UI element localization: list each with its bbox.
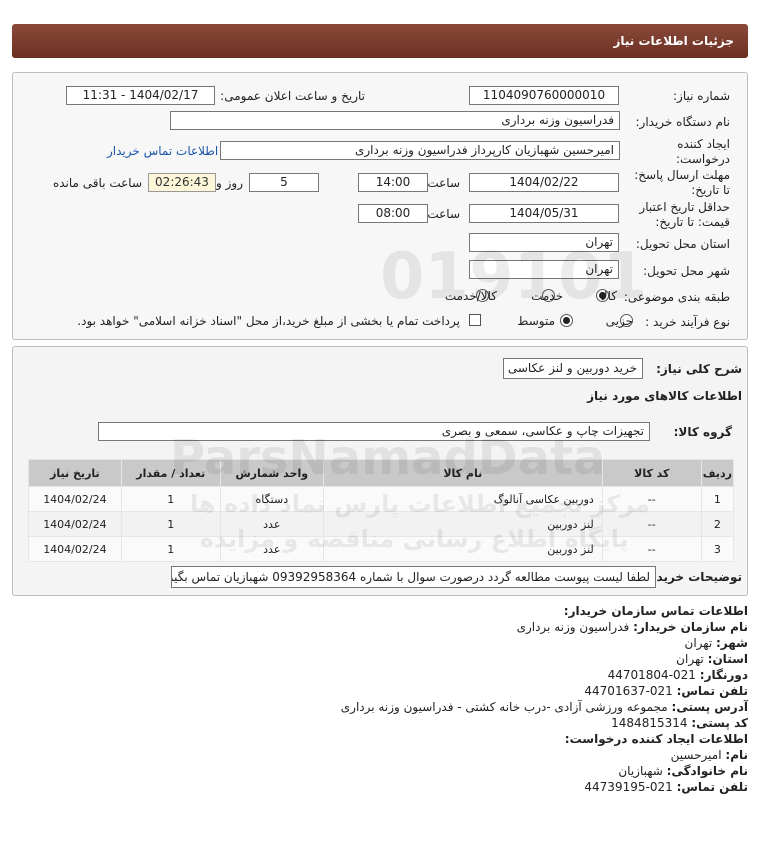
watermark-line1: مرکز تجمیع اطلاعات پارس نماد داده ها xyxy=(190,490,651,518)
process-option-minor: جزیی xyxy=(605,314,633,328)
creator-phone-line: تلفن تماس: 021-44739195 xyxy=(584,780,748,794)
buyer-notes-field: لطفا لیست پیوست مطالعه گردد درصورت سوال … xyxy=(171,566,656,588)
contact-fax-line: دورنگار: 021-44701804 xyxy=(608,668,748,682)
contact-org-label: نام سازمان خریدار: xyxy=(633,620,748,634)
announce-field: 1404/02/17 - 11:31 xyxy=(66,86,215,105)
requester-field: امیرحسین شهبازیان کارپرداز فدراسیون وزنه… xyxy=(220,141,620,160)
contact-org: فدراسیون وزنه برداری xyxy=(516,620,630,634)
deadline-time-field: 14:00 xyxy=(358,173,428,192)
buyer-org-label: نام دستگاه خریدار: xyxy=(635,115,731,129)
validity-label: حداقل تاریخ اعتبار قیمت: تا تاریخ: xyxy=(639,200,730,229)
treasury-payment-note: پرداخت تمام یا بخشی از مبلغ خرید،از محل … xyxy=(77,314,460,328)
announce-label: تاریخ و ساعت اعلان عمومی: xyxy=(220,89,365,103)
contact-org-line: نام سازمان خریدار: فدراسیون وزنه برداری xyxy=(517,620,748,634)
contact-address-label: آدرس پستی: xyxy=(671,700,748,714)
watermark-number: 019101 xyxy=(380,240,648,314)
process-radio-medium[interactable] xyxy=(560,314,573,327)
creator-phone-label: تلفن تماس: xyxy=(676,780,748,794)
contact-address: مجموعه ورزشی آزادی -درب خانه کشتی - فدرا… xyxy=(340,700,668,714)
creator-family-line: نام خانوادگی: شهبازیان xyxy=(618,764,748,778)
deadline-label: مهلت ارسال پاسخ: تا تاریخ: xyxy=(634,168,730,197)
province-label: استان محل تحویل: xyxy=(635,237,730,251)
page-title: جزئیات اطلاعات نیاز xyxy=(613,34,734,48)
need-number-label: شماره نیاز: xyxy=(673,89,730,103)
contact-title: اطلاعات تماس سازمان خریدار: xyxy=(563,604,748,618)
process-option-medium: متوسط xyxy=(517,314,555,328)
summary-field: خرید دوربین و لنز عکاسی xyxy=(503,358,643,379)
contact-phone-line: تلفن تماس: 021-44701637 xyxy=(584,684,748,698)
watermark-line2: پایگاه اطلاع رسانی مناقصه و مزایده xyxy=(200,525,629,553)
contact-fax-label: دورنگار: xyxy=(699,668,748,682)
contact-city-line: شهر: تهران xyxy=(685,636,748,650)
summary-label: شرح کلی نیاز: xyxy=(656,362,742,376)
buyer-contact-link[interactable]: اطلاعات تماس خریدار xyxy=(107,144,218,158)
contact-phone: 021-44701637 xyxy=(584,684,673,698)
validity-date-field: 1404/05/31 xyxy=(469,204,619,223)
group-label: گروه کالا: xyxy=(673,425,732,439)
requester-label: ایجاد کننده درخواست: xyxy=(676,137,730,166)
cell-row: 1 xyxy=(700,486,735,512)
creator-name-label: نام: xyxy=(725,748,748,762)
contact-province: تهران xyxy=(676,652,704,666)
treasury-payment-checkbox[interactable] xyxy=(469,314,481,326)
creator-title: اطلاعات ایجاد کننده درخواست: xyxy=(564,732,748,746)
contact-city: تهران xyxy=(684,636,713,650)
validity-time-label: ساعت xyxy=(427,207,460,221)
remaining-label: ساعت باقی مانده xyxy=(52,176,142,190)
goods-info-title: اطلاعات کالاهای مورد نیاز xyxy=(587,389,742,403)
contact-postal-line: کد پستی: 1484815314 xyxy=(611,716,748,730)
contact-address-line: آدرس پستی: مجموعه ورزشی آزادی -درب خانه … xyxy=(341,700,748,714)
col-row: ردیف xyxy=(700,459,735,487)
contact-postal: 1484815314 xyxy=(611,716,688,730)
watermark-brand: ParsNamadData xyxy=(170,430,606,486)
cell-row: 2 xyxy=(700,511,735,537)
creator-name-line: نام: امیرحسین xyxy=(671,748,748,762)
process-label: نوع فرآیند خرید : xyxy=(645,315,730,329)
cell-date: 1404/02/24 xyxy=(28,486,122,512)
col-code: کد کالا xyxy=(601,459,702,487)
validity-time-field: 08:00 xyxy=(358,204,428,223)
deadline-date-field: 1404/02/22 xyxy=(469,173,619,192)
contact-province-line: استان: تهران xyxy=(676,652,748,666)
countdown-timer: 02:26:43 xyxy=(148,173,216,192)
creator-name: امیرحسین xyxy=(670,748,722,762)
col-date: تاریخ نیاز xyxy=(28,459,122,487)
city-label: شهر محل تحویل: xyxy=(643,264,730,278)
page-header: جزئیات اطلاعات نیاز xyxy=(12,24,748,58)
contact-postal-label: کد پستی: xyxy=(691,716,748,730)
buyer-org-field: فدراسیون وزنه برداری xyxy=(170,111,620,130)
creator-family-label: نام خانوادگی: xyxy=(666,764,748,778)
cell-date: 1404/02/24 xyxy=(28,536,122,562)
contact-city-label: شهر: xyxy=(716,636,748,650)
days-field: 5 xyxy=(249,173,319,192)
cell-date: 1404/02/24 xyxy=(28,511,122,537)
days-label: روز و xyxy=(216,176,243,190)
contact-phone-label: تلفن تماس: xyxy=(676,684,748,698)
deadline-time-label: ساعت xyxy=(427,176,460,190)
creator-family: شهبازیان xyxy=(618,764,663,778)
need-number-field: 1104090760000010 xyxy=(469,86,619,105)
contact-fax: 021-44701804 xyxy=(607,668,696,682)
cell-row: 3 xyxy=(700,536,735,562)
contact-province-label: استان: xyxy=(707,652,748,666)
creator-phone: 021-44739195 xyxy=(584,780,673,794)
